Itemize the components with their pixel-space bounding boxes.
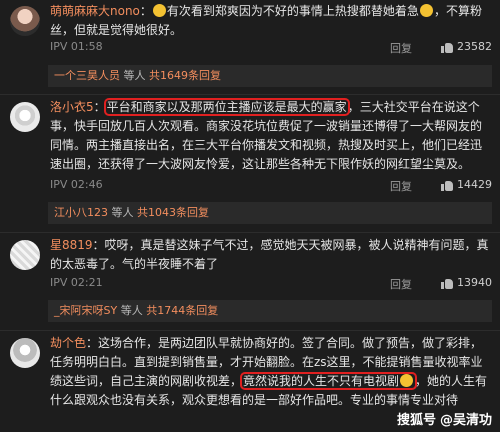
watermark: 搜狐号 @吴清功 bbox=[397, 409, 492, 428]
comment-body: 劫个色：这场合作，是两边团队早就协商好的。签了合同。做了预告，做了彩排，任务明明… bbox=[50, 334, 492, 410]
comment-username[interactable]: 星8819 bbox=[50, 238, 93, 252]
reply-button[interactable]: 回复 bbox=[390, 40, 412, 56]
avatar[interactable] bbox=[10, 102, 40, 132]
like-count: 13940 bbox=[457, 276, 492, 289]
emoji-icon bbox=[152, 4, 166, 17]
sub-reply-count[interactable]: 共1649条回复 bbox=[149, 69, 221, 82]
sub-replies-bar[interactable]: 江小八123 等人 共1043条回复 bbox=[48, 202, 492, 224]
like-button[interactable]: 23582 bbox=[441, 40, 492, 53]
emoji-icon bbox=[400, 374, 414, 387]
comment-username[interactable]: 洛小衣5 bbox=[50, 100, 94, 114]
reply-button[interactable]: 回复 bbox=[390, 178, 412, 194]
sub-reply-user[interactable]: 江小八123 bbox=[54, 206, 108, 219]
watermark-brand: 搜狐号 bbox=[396, 413, 436, 428]
avatar[interactable] bbox=[10, 240, 40, 270]
sub-replies-bar[interactable]: _宋阿宋呀SY 等人 共1744条回复 bbox=[48, 300, 492, 322]
sub-reply-user[interactable]: 一个三昊人员 bbox=[54, 69, 120, 82]
divider bbox=[0, 330, 500, 331]
avatar[interactable] bbox=[10, 338, 40, 368]
thumbs-up-icon bbox=[441, 41, 453, 53]
like-count: 23582 bbox=[457, 40, 492, 53]
comment-meta: IPV 02:46 回复 14429 bbox=[50, 178, 492, 194]
comment-username[interactable]: 萌萌麻麻大nono bbox=[50, 4, 140, 18]
comment-meta: IPV 02:21 回复 13940 bbox=[50, 276, 492, 292]
sub-reply-user[interactable]: _宋阿宋呀SY bbox=[54, 304, 117, 317]
watermark-author: @吴清功 bbox=[439, 413, 492, 428]
comment-meta: IPV 01:58 回复 23582 bbox=[50, 40, 492, 56]
emoji-icon bbox=[419, 4, 433, 17]
comment-time: IPV 02:21 bbox=[50, 276, 103, 289]
divider bbox=[0, 232, 500, 233]
sub-replies-bar[interactable]: 一个三昊人员 等人 共1649条回复 bbox=[48, 65, 492, 87]
comment-body: 星8819：哎呀，真是替这妹子气不过，感觉她天天被网暴，被人说精神有问题，真的太… bbox=[50, 236, 492, 274]
comment-body: 洛小衣5：平台和商家以及那两位主播应该是最大的赢家，三大社交平台在说这个事，快手… bbox=[50, 98, 483, 171]
sub-reply-mid: 等人 bbox=[108, 206, 137, 219]
avatar[interactable] bbox=[10, 6, 40, 36]
sub-reply-mid: 等人 bbox=[117, 304, 147, 317]
like-count: 14429 bbox=[457, 178, 492, 191]
highlighted-text: 平台和商家以及那两位主播应该是最大的赢家 bbox=[103, 98, 350, 116]
highlighted-text-content: 竟然说我的人生不只有电视剧 bbox=[243, 374, 400, 388]
like-button[interactable]: 13940 bbox=[441, 276, 492, 289]
comment-username[interactable]: 劫个色 bbox=[50, 336, 86, 350]
like-button[interactable]: 14429 bbox=[441, 178, 492, 191]
comment-text: 有次看到郑爽因为不好的事情上热搜都替她着急 bbox=[166, 4, 419, 18]
comment-time: IPV 01:58 bbox=[50, 40, 103, 53]
sub-reply-mid: 等人 bbox=[120, 69, 149, 82]
comment-body: 萌萌麻麻大nono： 有次看到郑爽因为不好的事情上热搜都替她着急 ，不算粉丝，但就是… bbox=[50, 4, 482, 37]
thumbs-up-icon bbox=[441, 179, 453, 191]
highlighted-text: 竟然说我的人生不只有电视剧 bbox=[240, 372, 418, 390]
sub-reply-count[interactable]: 共1744条回复 bbox=[146, 304, 218, 317]
sub-reply-count[interactable]: 共1043条回复 bbox=[137, 206, 209, 219]
comment-text: ：哎呀，真是替这妹子气不过，感觉她天天被网暴，被人说精神有问题，真的太恶毒了。气… bbox=[50, 238, 489, 271]
thumbs-up-icon bbox=[441, 277, 453, 289]
comment-time: IPV 02:46 bbox=[50, 178, 103, 191]
divider bbox=[0, 94, 500, 95]
reply-button[interactable]: 回复 bbox=[390, 276, 412, 292]
